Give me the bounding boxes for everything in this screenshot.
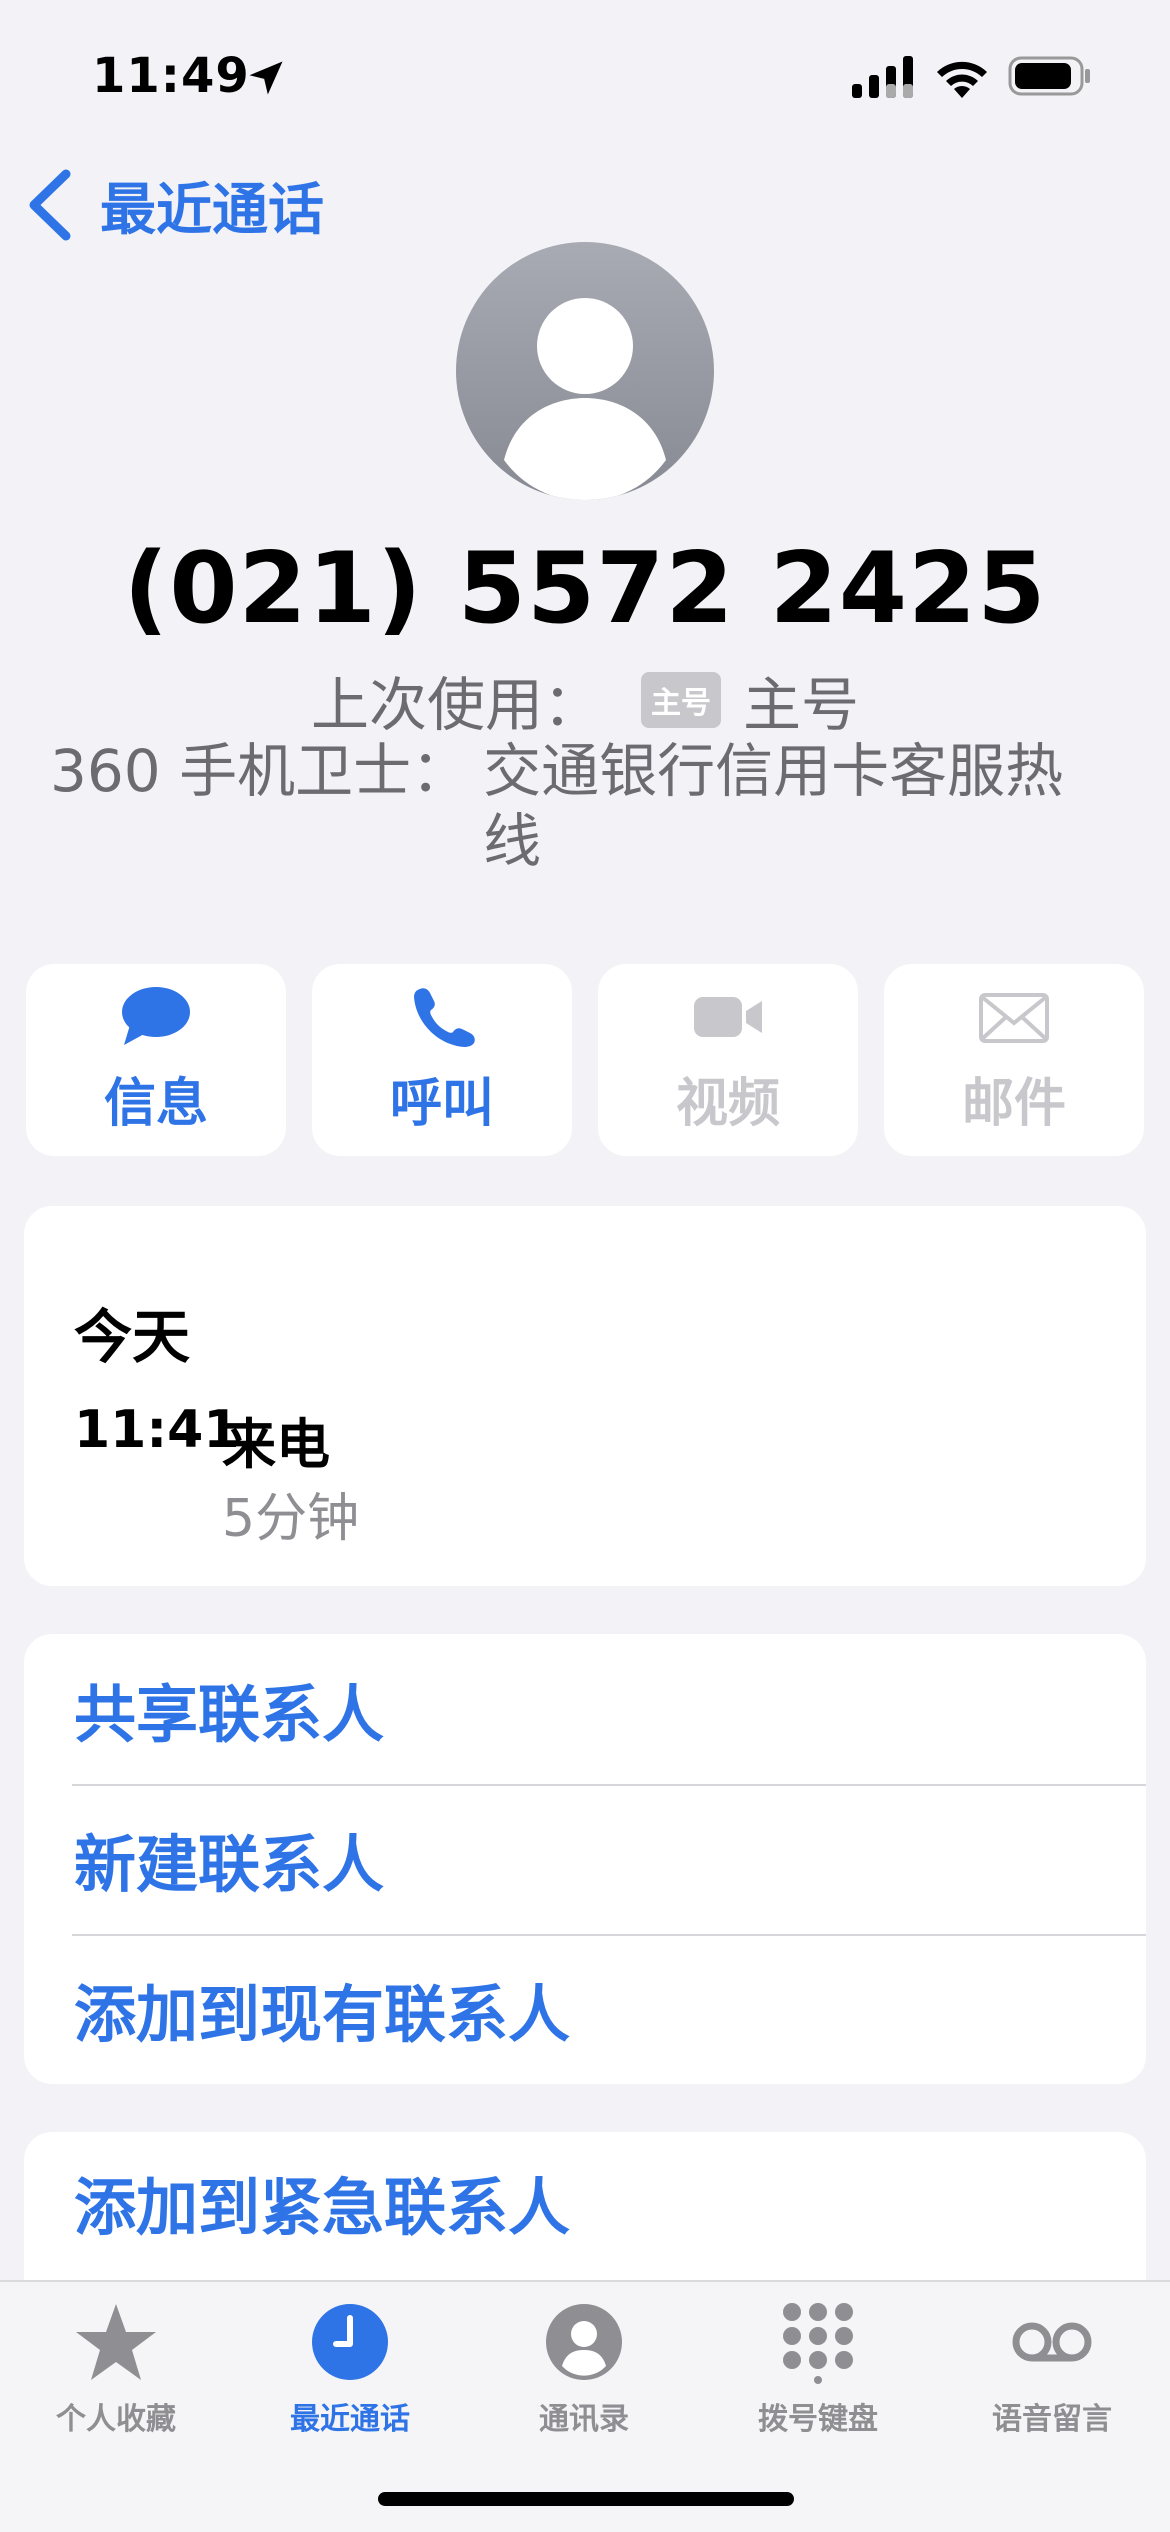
tab-favorites[interactable]: 个人收藏 [16,2300,216,2438]
message-bubble-icon [122,986,190,1045]
voicemail-icon [1012,2322,1092,2362]
tab-voicemail[interactable]: 语音留言 [952,2300,1152,2438]
tab-recents[interactable]: 最近通话 [250,2300,450,2438]
add-existing-contact-row[interactable]: 添加到现有联系人 [24,1934,1146,2084]
star-icon [76,2304,156,2380]
message-label: 信息 [103,1073,208,1134]
action-buttons: 信息 呼叫 视频 邮件 [26,964,1144,1156]
back-label: 最近通话 [100,177,324,243]
contact-detail-page: 11:49 最近通话 (021) 5572 2425 上次使用： 主号 主号 3… [0,0,1170,2532]
call-button[interactable]: 呼叫 [312,964,572,1156]
home-indicator [378,2492,794,2506]
caller-id-label: 360 手机卫士： [50,737,470,805]
tab-contacts[interactable]: 通讯录 [484,2300,684,2438]
share-contact-row[interactable]: 共享联系人 [24,1634,1146,1784]
tab-contacts-label: 通讯录 [539,2402,629,2437]
history-duration: 5分钟 [222,1489,360,1549]
keypad-icon [783,2303,853,2384]
contact-actions-card: 共享联系人 新建联系人 添加到现有联系人 [24,1634,1146,2084]
sim-name: 主号 [743,671,860,739]
share-contact-label: 共享联系人 [74,1678,385,1751]
tab-keypad-label: 拨号键盘 [758,2402,878,2437]
back-button[interactable]: 最近通话 [24,160,324,250]
add-emergency-contact-label: 添加到紧急联系人 [74,2171,571,2244]
video-button[interactable]: 视频 [598,964,858,1156]
history-date: 今天 [74,1303,191,1371]
sim-badge: 主号 [641,672,721,728]
envelope-icon [979,992,1049,1043]
tab-voicemail-label: 语音留言 [992,2402,1112,2437]
mail-button[interactable]: 邮件 [884,964,1144,1156]
history-time: 11:41 [74,1400,240,1460]
person-silhouette-icon [456,242,714,500]
last-used-line: 上次使用： 主号 主号 [0,658,1170,742]
mail-label: 邮件 [961,1073,1066,1134]
call-label: 呼叫 [389,1073,494,1134]
status-bar: 11:49 [0,0,1170,140]
status-time: 11:49 [92,48,250,104]
last-used-label: 上次使用： [310,671,601,739]
video-camera-icon [694,996,762,1037]
tab-favorites-label: 个人收藏 [56,2402,176,2437]
clock-icon [312,2304,388,2380]
history-call-type: 来电 [222,1413,330,1476]
message-button[interactable]: 信息 [26,964,286,1156]
person-circle-icon [546,2304,622,2380]
video-label: 视频 [675,1073,780,1134]
add-existing-contact-label: 添加到现有联系人 [74,1978,571,2051]
caller-id-line: 360 手机卫士： 交通银行信用卡客服热线 [50,736,1130,876]
phone-icon [414,987,475,1047]
phone-number: (021) 5572 2425 [123,532,1047,646]
tab-recents-label: 最近通话 [290,2402,410,2437]
battery-icon [1008,56,1090,96]
wifi-icon [937,61,987,98]
location-arrow-icon [249,61,283,95]
caller-id-value: 交通银行信用卡客服热线 [483,737,1064,875]
call-history-card: 今天 11:41 来电 5分钟 [24,1206,1146,1586]
chevron-left-icon [29,169,71,241]
new-contact-row[interactable]: 新建联系人 [24,1784,1146,1934]
tab-keypad[interactable]: 拨号键盘 [718,2300,918,2438]
cellular-signal-icon [852,56,913,98]
new-contact-label: 新建联系人 [74,1828,385,1901]
